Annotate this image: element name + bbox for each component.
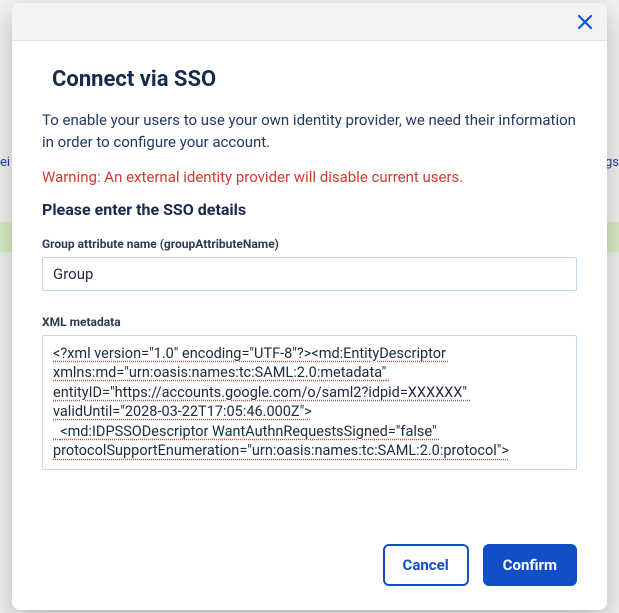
xml-metadata-label: XML metadata	[42, 315, 577, 329]
sso-connect-modal: Connect via SSO To enable your users to …	[12, 3, 607, 610]
group-attribute-field: Group attribute name (groupAttributeName…	[42, 237, 577, 291]
cancel-button[interactable]: Cancel	[383, 544, 469, 586]
modal-footer: Cancel Confirm	[12, 528, 607, 610]
intro-text: To enable your users to use your own ide…	[42, 110, 577, 154]
close-button[interactable]	[573, 10, 597, 34]
warning-text: Warning: An external identity provider w…	[42, 168, 577, 186]
group-attribute-label: Group attribute name (groupAttributeName…	[42, 237, 577, 251]
group-attribute-input[interactable]	[42, 257, 577, 291]
xml-metadata-field: XML metadata <?xml version="1.0" encodin…	[42, 315, 577, 474]
close-icon	[577, 14, 593, 30]
modal-title: Connect via SSO	[42, 67, 577, 92]
bg-fragment-right: gs	[605, 155, 619, 170]
modal-body: Connect via SSO To enable your users to …	[12, 41, 607, 528]
details-subheading: Please enter the SSO details	[42, 200, 577, 219]
confirm-button[interactable]: Confirm	[483, 544, 577, 586]
xml-metadata-input[interactable]: <?xml version="1.0" encoding="UTF-8"?><m…	[42, 335, 577, 470]
bg-fragment-left: ei	[0, 155, 10, 170]
modal-header	[12, 3, 607, 41]
